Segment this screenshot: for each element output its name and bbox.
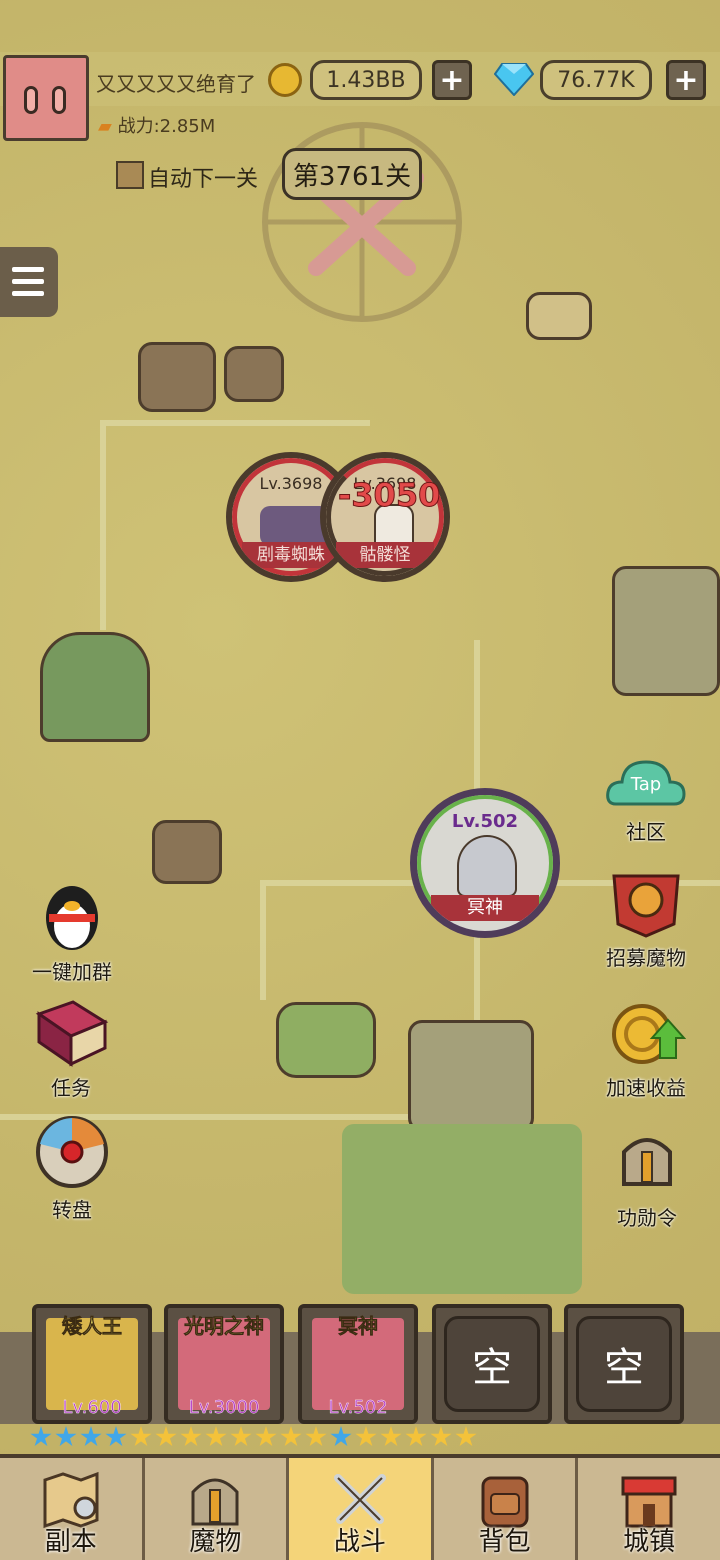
team-slot-level: Lv.3000 — [188, 1397, 260, 1418]
bottom-nav: 副本 魔物 战斗 背包 城镇 — [0, 1454, 720, 1560]
star-icon — [455, 1426, 477, 1447]
combat-power: ▰ 战力:2.85M — [98, 112, 215, 138]
tab-label: 城镇 — [623, 1527, 676, 1557]
team-slot-name: 矮人王 — [62, 1314, 123, 1339]
tab-label: 战斗 — [333, 1527, 386, 1557]
merit-token-button[interactable]: 功勋令 — [604, 1128, 690, 1231]
star-icon — [380, 1426, 402, 1447]
gem-amount: 76.77K — [540, 60, 652, 100]
star-icon — [280, 1426, 302, 1447]
tab-label: 副本 — [44, 1527, 97, 1557]
team-slot[interactable]: 光明之神 Lv.3000 — [164, 1304, 284, 1424]
side-label: 转盘 — [52, 1198, 92, 1222]
star-icon — [30, 1426, 52, 1447]
rock — [224, 346, 284, 402]
coin-speedup-icon — [612, 1004, 687, 1064]
hero-sprite — [457, 835, 517, 897]
star-icon — [55, 1426, 77, 1447]
tab-label: 背包 — [478, 1527, 531, 1557]
enemy-skeleton[interactable]: Lv.3698 骷髅怪 — [320, 452, 450, 582]
team-slot[interactable]: 矮人王 Lv.600 — [32, 1304, 152, 1424]
hero-unit[interactable]: Lv.502 冥神 — [410, 788, 560, 938]
svg-text:Tap: Tap — [630, 774, 661, 795]
treasure-chest-icon — [526, 292, 592, 340]
power-icon: ▰ — [98, 116, 112, 137]
star-icon — [355, 1426, 377, 1447]
stage-number: 第3761关 — [282, 148, 422, 200]
enemy-name: 骷髅怪 — [336, 542, 434, 568]
speed-up-earnings-button[interactable]: 加速收益 — [600, 998, 692, 1101]
diamond-icon — [494, 63, 534, 96]
empty-slot-label: 空 — [444, 1316, 540, 1412]
team-slot-empty[interactable]: 空 — [564, 1304, 684, 1424]
avatar[interactable] — [3, 55, 89, 141]
tab-dungeon[interactable]: 副本 — [0, 1458, 145, 1560]
recruit-monster-button[interactable]: 招募魔物 — [600, 872, 692, 971]
star-rating-row — [30, 1426, 477, 1452]
star-icon — [405, 1426, 427, 1447]
star-icon — [130, 1426, 152, 1447]
side-label: 招募魔物 — [606, 946, 686, 970]
quest-button[interactable]: 任务 — [28, 996, 114, 1101]
rock — [138, 342, 216, 412]
banner-helmet-icon — [612, 874, 680, 938]
gold-amount: 1.43BB — [310, 60, 422, 100]
team-slot-name: 冥神 — [338, 1314, 379, 1339]
gold-coin-icon — [268, 63, 302, 97]
grass-patch — [276, 1002, 376, 1078]
player-name: 又又又又又绝育了 — [96, 72, 256, 96]
add-gold-button[interactable]: + — [432, 60, 472, 100]
house — [612, 566, 720, 696]
combat-power-label: 战力:2.85M — [117, 116, 216, 137]
team-slot-name: 光明之神 — [184, 1314, 265, 1339]
team-slot-level: Lv.502 — [328, 1397, 388, 1418]
team-slot-level: Lv.600 — [62, 1397, 122, 1418]
green-golem-statue — [40, 632, 150, 742]
side-label: 任务 — [51, 1076, 91, 1100]
house — [408, 1020, 534, 1132]
quest-book-icon — [35, 1000, 109, 1067]
taptap-cloud-icon: Tap — [606, 760, 686, 806]
auto-next-label: 自动下一关 — [148, 167, 259, 192]
auto-next-checkbox[interactable] — [116, 161, 144, 189]
menu-button[interactable] — [0, 247, 58, 317]
rock — [152, 820, 222, 884]
star-icon — [305, 1426, 327, 1447]
star-icon — [205, 1426, 227, 1447]
tab-monsters[interactable]: 魔物 — [145, 1458, 290, 1560]
grass-field — [342, 1124, 582, 1294]
star-icon — [180, 1426, 202, 1447]
star-icon — [255, 1426, 277, 1447]
join-group-button[interactable]: 一键加群 — [24, 876, 120, 985]
wheel-icon — [36, 1116, 108, 1188]
star-icon — [430, 1426, 452, 1447]
star-icon — [155, 1426, 177, 1447]
community-button[interactable]: Tap 社区 — [600, 752, 692, 845]
team-slot[interactable]: 冥神 Lv.502 — [298, 1304, 418, 1424]
star-icon — [105, 1426, 127, 1447]
side-label: 加速收益 — [606, 1076, 686, 1100]
hero-level: Lv.502 — [451, 811, 519, 832]
tab-label: 魔物 — [189, 1527, 242, 1557]
empty-slot-label: 空 — [576, 1316, 672, 1412]
add-gem-button[interactable]: + — [666, 60, 706, 100]
tab-backpack[interactable]: 背包 — [434, 1458, 579, 1560]
star-icon — [230, 1426, 252, 1447]
side-label: 社区 — [626, 820, 666, 844]
team-slot-empty[interactable]: 空 — [432, 1304, 552, 1424]
wheel-button[interactable]: 转盘 — [30, 1114, 114, 1223]
damage-number: -3050 — [337, 476, 441, 515]
qq-penguin-icon — [46, 886, 98, 950]
star-icon — [330, 1426, 352, 1447]
knight-helmet-icon — [622, 1138, 672, 1186]
side-label: 一键加群 — [32, 960, 112, 984]
tab-town[interactable]: 城镇 — [578, 1458, 720, 1560]
side-label: 功勋令 — [617, 1206, 677, 1230]
hero-name: 冥神 — [431, 895, 539, 921]
tab-battle[interactable]: 战斗 — [289, 1458, 434, 1560]
enemy-name: 剧毒蜘蛛 — [242, 542, 340, 568]
star-icon — [80, 1426, 102, 1447]
